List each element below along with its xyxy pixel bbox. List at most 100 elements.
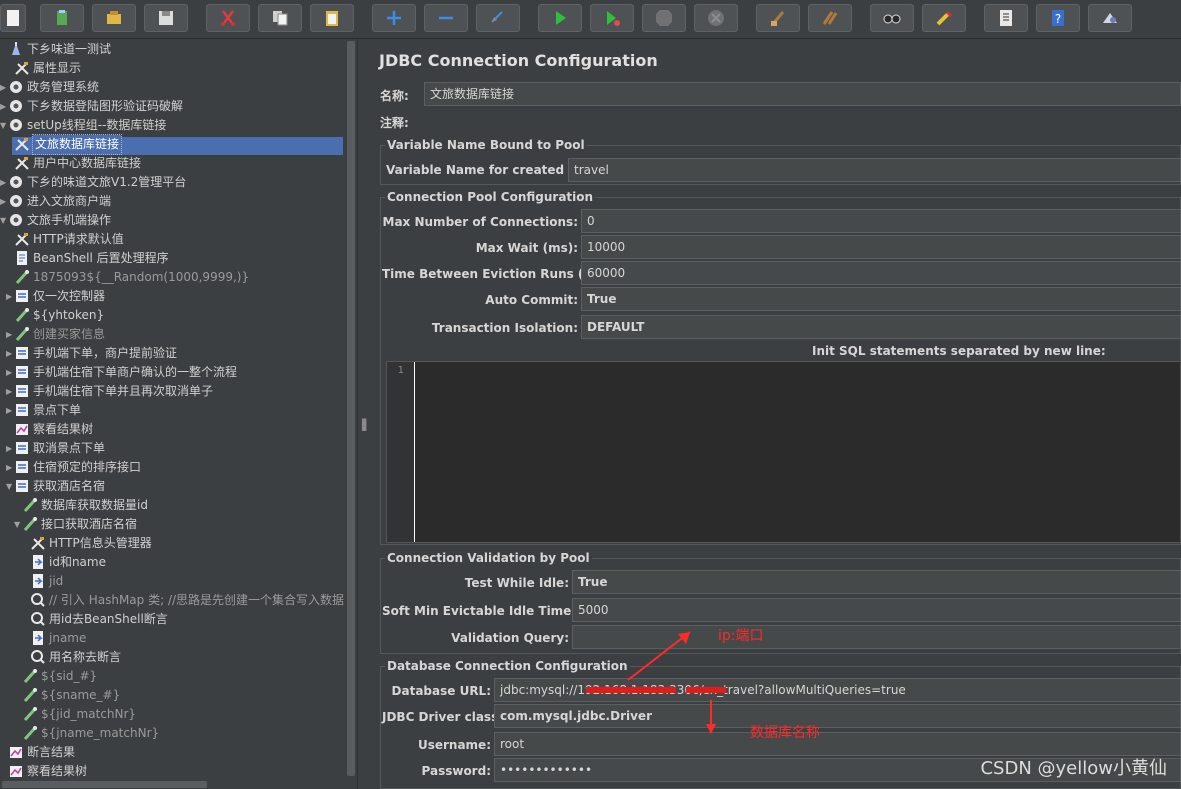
help-icon[interactable]: ? (1036, 4, 1080, 32)
reset-search-icon[interactable] (922, 4, 966, 32)
tree-item[interactable]: ▶ 进入文旅商户端 (0, 192, 345, 211)
username-field[interactable]: root (494, 732, 1181, 756)
max-wait-field[interactable]: 10000 (581, 235, 1181, 259)
comment-label: 注释: (380, 116, 409, 130)
tree-item-label: id和name (49, 555, 106, 569)
max-wait-label: Max Wait (ms): (475, 241, 578, 255)
tree-item-label: 下乡味道一测试 (27, 42, 112, 56)
shutdown-icon[interactable] (694, 4, 738, 32)
tree-item[interactable]: 下乡味道一测试 (0, 40, 345, 59)
tree-item[interactable]: ${jid_matchNr} (0, 705, 345, 724)
name-field[interactable]: 文旅数据库链接 (424, 82, 1181, 106)
tree-item[interactable]: HTTP请求默认值 (0, 230, 345, 249)
clear-all-icon[interactable] (808, 4, 852, 32)
tree-item[interactable]: 属性显示 (0, 59, 345, 78)
tree-item-label: 创建买家信息 (33, 327, 106, 341)
driver-class-select[interactable]: com.mysql.jdbc.Driver (494, 704, 1181, 728)
transaction-isolation-select[interactable]: DEFAULT (581, 315, 1181, 339)
tree-item[interactable]: BeanShell 后置处理程序 (0, 249, 345, 268)
tree-item[interactable]: ${yhtoken} (0, 306, 345, 325)
watermark: CSDN @yellow小黄仙 (980, 758, 1167, 779)
tree-item[interactable]: 用id去BeanShell断言 (0, 610, 345, 629)
eviction-runs-field[interactable]: 60000 (581, 261, 1181, 285)
tree-item[interactable]: ${sid_#} (0, 667, 345, 686)
tree-item[interactable]: ▶ 景点下单 (0, 401, 345, 420)
config-icon (30, 535, 46, 551)
tree-item[interactable]: HTTP信息头管理器 (0, 534, 345, 553)
clear-icon[interactable] (756, 4, 800, 32)
max-connections-field[interactable]: 0 (581, 209, 1181, 233)
copy-icon[interactable] (258, 4, 302, 32)
svg-text:?: ? (1055, 12, 1061, 26)
tree-item[interactable]: jname (0, 629, 345, 648)
tree-item[interactable]: ▶ 手机端住宿下单商户确认的一整个流程 (0, 363, 345, 382)
toggle-icon[interactable] (476, 4, 520, 32)
tree-item[interactable]: 用户中心数据库链接 (0, 154, 345, 173)
open-icon[interactable] (92, 4, 136, 32)
tree-vertical-scrollbar[interactable] (346, 39, 356, 779)
tree-item[interactable]: ▶ 政务管理系统 (0, 78, 345, 97)
remote-icon[interactable] (1088, 4, 1132, 32)
start-icon[interactable] (538, 4, 582, 32)
tree-item[interactable]: 断言结果 (0, 743, 345, 762)
cut-icon[interactable] (206, 4, 250, 32)
pool-variable-field[interactable]: travel (568, 158, 1181, 182)
expand-icon[interactable] (372, 4, 416, 32)
tree-item[interactable]: ▶ 下乡数据登陆图形验证码破解 (0, 97, 345, 116)
tree-item[interactable]: ${sname_#} (0, 686, 345, 705)
tree-item[interactable]: ▶ 创建买家信息 (0, 325, 345, 344)
tree-item-label: ${jname_matchNr} (41, 726, 160, 740)
split-pane-divider[interactable]: ▪ ▪ ▪ (357, 39, 368, 789)
collapse-icon[interactable] (424, 4, 468, 32)
templates-icon[interactable] (40, 4, 84, 32)
config-icon (14, 60, 30, 76)
jdbc-config-panel: JDBC Connection Configuration 名称: 文旅数据库链… (368, 39, 1181, 789)
tree-item[interactable]: ${jname_matchNr} (0, 724, 345, 743)
tree-item-label: 进入文旅商户端 (27, 194, 112, 208)
tree-item[interactable]: ▼ 获取酒店名宿 (0, 477, 345, 496)
tree-item[interactable]: ▼ 文旅手机端操作 (0, 211, 345, 230)
assertion-icon (30, 649, 46, 665)
tree-horizontal-scrollbar[interactable] (0, 780, 345, 789)
search-icon[interactable] (870, 4, 914, 32)
tree-item[interactable]: ▶ 下乡的味道文旅V1.2管理平台 (0, 173, 345, 192)
save-icon[interactable] (144, 4, 188, 32)
auto-commit-select[interactable]: True (581, 287, 1181, 311)
test-while-idle-label: Test While Idle: (464, 576, 569, 590)
tree-item[interactable]: ▶ 取消景点下单 (0, 439, 345, 458)
test-while-idle-select[interactable]: True (572, 570, 1181, 594)
tree-item-label: 用名称去断言 (49, 650, 122, 664)
sampler-icon (14, 326, 30, 342)
start-no-timers-icon[interactable] (590, 4, 634, 32)
tree-item-label: ${jid_matchNr} (41, 707, 137, 721)
soft-min-idle-field[interactable]: 5000 (572, 598, 1181, 622)
tree-item-label: HTTP信息头管理器 (49, 536, 152, 550)
tree-item[interactable]: 文旅数据库链接 (0, 134, 345, 155)
tree-item[interactable]: 察看结果树 (0, 762, 345, 781)
tree-item[interactable]: jid (0, 572, 345, 591)
new-icon[interactable] (0, 4, 26, 32)
validation-group-title: Connection Validation by Pool (385, 551, 592, 565)
tree-item[interactable]: 察看结果树 (0, 420, 345, 439)
tree-item[interactable]: 用名称去断言 (0, 648, 345, 667)
tree-item[interactable]: ▶ 手机端下单，商户提前验证 (0, 344, 345, 363)
connection-pool-group-title: Connection Pool Configuration (385, 190, 596, 204)
init-sql-editor[interactable]: 1 (386, 361, 1181, 543)
tree-item-label: 手机端住宿下单并且再次取消单子 (33, 384, 214, 398)
tree-item[interactable]: ▶ 仅一次控制器 (0, 287, 345, 306)
function-helper-icon[interactable] (984, 4, 1028, 32)
tree-item-label: ${sid_#} (41, 669, 98, 683)
comment-field[interactable] (418, 109, 1181, 131)
tree-item[interactable]: ▼ 接口获取酒店名宿 (0, 515, 345, 534)
tree-item[interactable]: ▼ setUp线程组--数据库链接 (0, 116, 345, 135)
tree-item[interactable]: // 引入 HashMap 类; //思路是先创建一个集合写入数据{ (0, 591, 345, 610)
tree-item[interactable]: 1875093${__Random(1000,9999,)} (0, 268, 345, 287)
config-icon (14, 155, 30, 171)
tree-item[interactable]: ▶ 住宿预定的排序接口 (0, 458, 345, 477)
config-icon (14, 136, 30, 152)
tree-item[interactable]: 数据库获取数据量id (0, 496, 345, 515)
tree-item[interactable]: id和name (0, 553, 345, 572)
stop-icon[interactable] (642, 4, 686, 32)
paste-icon[interactable] (310, 4, 354, 32)
tree-item[interactable]: ▶ 手机端住宿下单并且再次取消单子 (0, 382, 345, 401)
